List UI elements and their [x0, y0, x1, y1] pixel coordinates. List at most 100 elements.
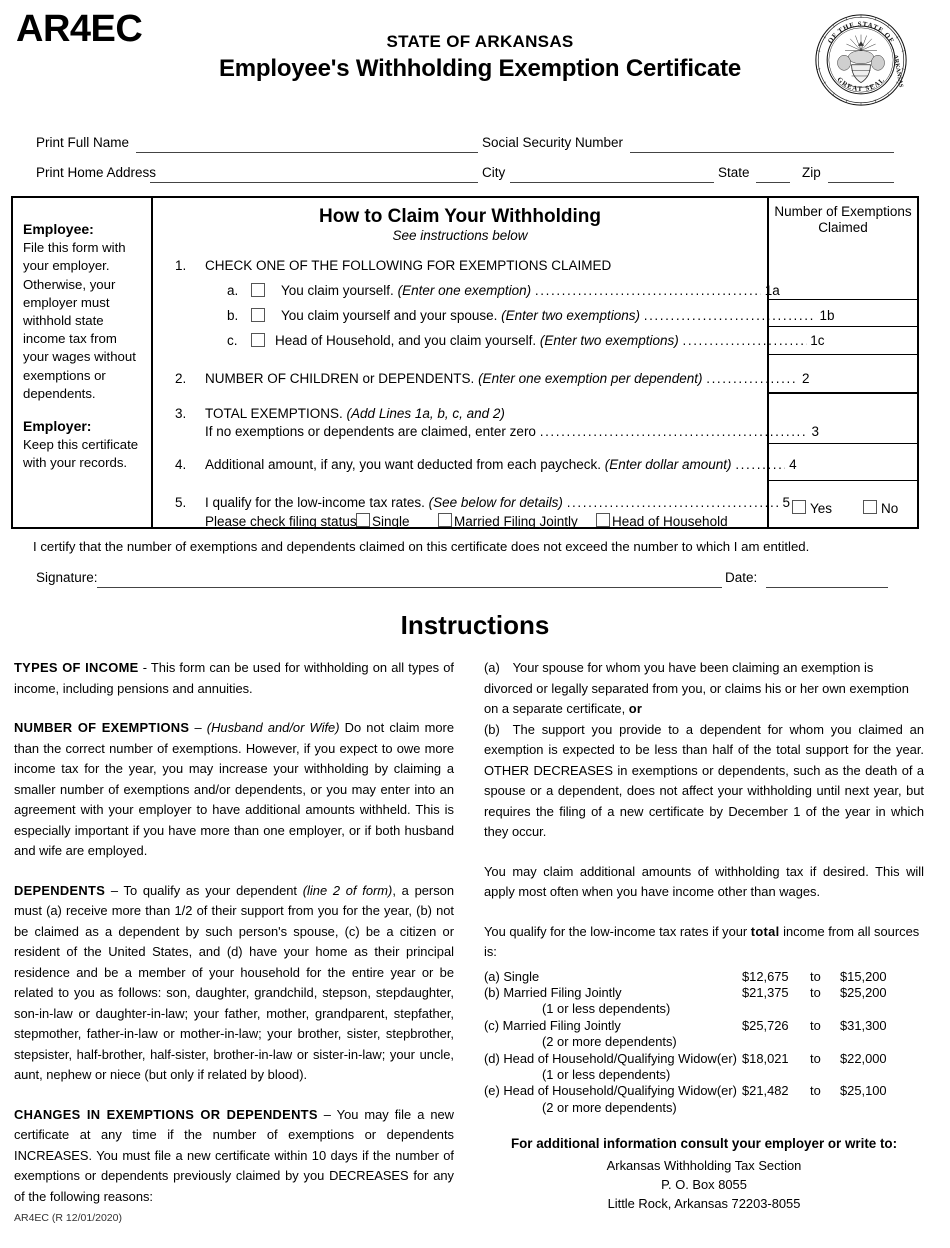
instr-dependents-pre: – To qualify as your dependent — [105, 882, 303, 898]
instr-qualify-pre: You qualify for the low-income tax rates… — [484, 923, 751, 939]
date-input[interactable] — [766, 587, 888, 588]
filing-status-single-checkbox[interactable] — [356, 513, 370, 527]
arkansas-state-seal-icon: OF THE STATE OF GREAT SEAL ARKANSAS — [814, 13, 908, 107]
instructions-left-column: TYPES OF INCOME - This form can be used … — [14, 658, 454, 1207]
line-3-text2: If no exemptions or dependents are claim… — [205, 424, 536, 439]
line-1b-value-box[interactable] — [769, 299, 917, 326]
bracket-min: $12,675 — [742, 968, 789, 984]
instr-dependents-body: , a person must (a) receive more than 1/… — [14, 882, 454, 1083]
instr-number-of-exemptions-dash: – — [189, 720, 207, 735]
line-5-no-checkbox[interactable] — [863, 500, 877, 514]
ssn-input[interactable] — [630, 152, 894, 153]
bracket-min: $21,482 — [742, 1083, 789, 1099]
instr-qualify-bold: total — [750, 923, 780, 939]
filing-status-mfj-label: Married Filing Jointly — [454, 514, 578, 529]
zip-label: Zip — [802, 165, 821, 180]
state-input[interactable] — [756, 182, 790, 183]
line-1-number: 1. — [175, 258, 187, 273]
line-2-text: NUMBER OF CHILDREN or DEPENDENTS. — [205, 371, 475, 386]
bracket-row: (b) Married Filing Jointly $21,375 to $25,2… — [484, 985, 924, 1001]
instr-additional-amounts: You may claim additional amounts of with… — [484, 863, 924, 900]
date-label: Date: — [725, 570, 758, 585]
line-3-italic: (Add Lines 1a, b, c, and 2) — [346, 406, 505, 421]
line-3-number: 3. — [175, 406, 187, 421]
bracket-max: $31,300 — [840, 1017, 887, 1033]
instructions-title: Instructions — [400, 610, 550, 640]
instructions-sidebar: Employee: File this form with your emplo… — [13, 198, 153, 527]
line-1-text: CHECK ONE OF THE FOLLOWING FOR EXEMPTION… — [205, 258, 612, 273]
instr-types-of-income: TYPES OF INCOME - This form can be used … — [14, 658, 454, 699]
line-1b-text: You claim yourself and your spouse. — [281, 308, 498, 323]
ssn-label: Social Security Number — [482, 135, 624, 150]
line-5-leader: ........................................… — [566, 495, 779, 510]
bracket-to: to — [810, 1017, 821, 1033]
line-2-italic: (Enter one exemption per dependent) — [478, 371, 703, 386]
signature-input[interactable] — [97, 587, 722, 588]
bracket-row: (a) Single $12,675 to $15,200 — [484, 969, 924, 985]
instr-number-of-exemptions-italic: (Husband and/or Wife) — [206, 720, 340, 735]
claim-lines-column: How to Claim Your Withholding See instru… — [153, 198, 835, 529]
line-1b-italic: (Enter two exemptions) — [501, 308, 640, 323]
address-label: Print Home Address — [36, 165, 157, 180]
instr-reason-a-text: (a) Your spouse for whom you have been c… — [484, 660, 909, 716]
full-name-label: Print Full Name — [36, 135, 130, 150]
bracket-to: to — [810, 968, 821, 984]
filing-status-hoh-label: Head of Household — [612, 514, 728, 529]
line-1c-text: Head of Household, and you claim yoursel… — [275, 333, 537, 348]
instr-number-of-exemptions: NUMBER OF EXEMPTIONS – (Husband and/or W… — [14, 718, 454, 862]
bracket-sub: (1 or less dependents) — [542, 1066, 671, 1082]
address-input[interactable] — [150, 182, 478, 183]
bracket-row: (c) Married Filing Jointly $25,726 to $31,3… — [484, 1018, 924, 1034]
instr-qualify-low-income: You qualify for the low-income tax rates… — [484, 922, 924, 963]
filing-status-mfj-checkbox[interactable] — [438, 513, 452, 527]
instr-reason-a: (a) Your spouse for whom you have been c… — [484, 658, 924, 720]
line-1b-letter: b. — [227, 308, 239, 323]
instr-number-of-exemptions-body: Do not claim more than the correct numbe… — [14, 720, 454, 858]
bracket-max: $25,100 — [840, 1083, 887, 1099]
line-1c-checkbox[interactable] — [251, 333, 265, 347]
line-4-number: 4. — [175, 457, 187, 472]
line-1a-value-box[interactable] — [769, 198, 917, 299]
bracket-label: (c) Married Filing Jointly — [484, 1017, 621, 1033]
line-1a-italic: (Enter one exemption) — [397, 283, 532, 298]
line-2-value-box[interactable] — [769, 354, 917, 392]
line-1a-leader: ........................................… — [534, 283, 761, 298]
bracket-to: to — [810, 1050, 821, 1066]
instr-changes-heading: CHANGES IN EXEMPTIONS OR DEPENDENTS — [14, 1106, 318, 1122]
contact-line-3: Little Rock, Arkansas 72203-8055 — [607, 1196, 801, 1212]
filing-status-hoh-checkbox[interactable] — [596, 513, 610, 527]
instructions-right-column: (a) Your spouse for whom you have been c… — [484, 658, 924, 1213]
line-5-yes-checkbox[interactable] — [792, 500, 806, 514]
bracket-max: $22,000 — [840, 1050, 887, 1066]
line-3-value-box[interactable] — [769, 392, 917, 443]
bracket-max: $15,200 — [840, 968, 887, 984]
contact-block: For additional information consult your … — [484, 1134, 924, 1213]
filing-status-label: Please check filing status: — [205, 514, 361, 529]
bracket-label: (d) Head of Household/Qualifying Widow(e… — [484, 1050, 737, 1066]
bracket-sub: (2 or more dependents) — [542, 1034, 677, 1050]
line-1b-checkbox[interactable] — [251, 308, 265, 322]
zip-input[interactable] — [828, 182, 894, 183]
line-1a-letter: a. — [227, 283, 239, 298]
withholding-claim-table: Employee: File this form with your emplo… — [11, 196, 919, 529]
city-label: City — [482, 165, 506, 180]
line-1a-checkbox[interactable] — [251, 283, 265, 297]
line-1c-value-box[interactable] — [769, 326, 917, 354]
identity-fields: Print Full Name Social Security Number P… — [0, 130, 950, 190]
employer-heading: Employer: — [23, 418, 92, 435]
bracket-to: to — [810, 984, 821, 1000]
line-4-value-box[interactable] — [769, 443, 917, 480]
bracket-label: (b) Married Filing Jointly — [484, 984, 622, 1000]
city-input[interactable] — [510, 182, 714, 183]
contact-heading: For additional information consult your … — [510, 1136, 898, 1152]
full-name-input[interactable] — [136, 152, 478, 153]
bracket-max: $25,200 — [840, 984, 887, 1000]
bracket-sub: (1 or less dependents) — [542, 1001, 671, 1017]
exemptions-claimed-column: Number of Exemptions Claimed Yes No — [769, 198, 917, 527]
bracket-min: $18,021 — [742, 1050, 789, 1066]
line-3-text: TOTAL EXEMPTIONS. — [205, 406, 343, 421]
line-5-text: I qualify for the low-income tax rates. — [205, 495, 425, 510]
line-4-text: Additional amount, if any, you want dedu… — [205, 457, 601, 472]
employee-text: File this form with your employer. Other… — [23, 240, 136, 401]
instr-number-of-exemptions-heading: NUMBER OF EXEMPTIONS — [14, 720, 190, 735]
